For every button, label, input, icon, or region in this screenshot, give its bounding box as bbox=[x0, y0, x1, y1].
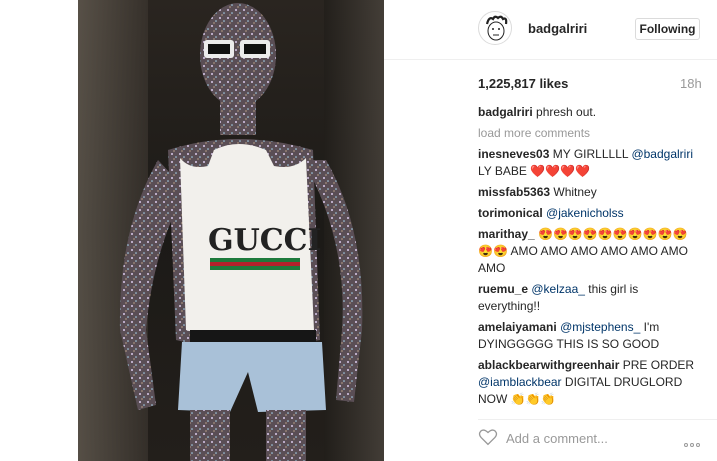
comment-username[interactable]: ablackbearwithgreenhair bbox=[478, 358, 619, 372]
comment-item: amelaiyamani @mjstephens_ I'm DYINGGGGG … bbox=[478, 319, 698, 353]
avatar[interactable] bbox=[478, 11, 512, 45]
comment-text: MY GIRLLLLL bbox=[549, 147, 632, 161]
comment-mention-link[interactable]: @jakenicholss bbox=[546, 206, 624, 220]
comment-items: inesneves03 MY GIRLLLLL @badgalriri LY B… bbox=[478, 146, 698, 409]
header-username[interactable]: badgalriri bbox=[528, 21, 587, 36]
svg-text:GUCCI: GUCCI bbox=[208, 223, 322, 258]
comment-text: Whitney bbox=[550, 185, 597, 199]
comment-username[interactable]: ruemu_e bbox=[478, 282, 528, 296]
comment-mention-link[interactable]: @mjstephens_ bbox=[560, 320, 640, 334]
following-button[interactable]: Following bbox=[635, 18, 700, 40]
load-more-comments-link[interactable]: load more comments bbox=[478, 125, 698, 142]
dot-icon bbox=[690, 443, 694, 447]
caption-username[interactable]: badgalriri bbox=[478, 105, 533, 119]
comment-mention-link[interactable]: @badgalriri bbox=[631, 147, 693, 161]
comment-item: ruemu_e @kelzaa_ this girl is everything… bbox=[478, 281, 698, 315]
comment-text: LY BABE ❤️❤️❤️❤️ bbox=[478, 164, 591, 178]
likes-count[interactable]: 1,225,817 likes bbox=[478, 76, 568, 91]
comment-mention-link[interactable]: @kelzaa_ bbox=[531, 282, 585, 296]
post-detail-panel: badgalriri Following 1,225,817 likes 18h… bbox=[384, 0, 717, 461]
avatar-face-icon bbox=[485, 15, 508, 41]
comment-item: missfab5363 Whitney bbox=[478, 184, 698, 201]
post-header: badgalriri Following bbox=[384, 0, 717, 60]
comment-username[interactable]: missfab5363 bbox=[478, 185, 550, 199]
dot-icon bbox=[696, 443, 700, 447]
person-in-crystal-outfit: GUCCI bbox=[119, 3, 363, 461]
dot-icon bbox=[684, 443, 688, 447]
comment-item: torimonical @jakenicholss bbox=[478, 205, 698, 222]
caption-text: phresh out. bbox=[536, 105, 597, 119]
comment-username[interactable]: inesneves03 bbox=[478, 147, 549, 161]
comment-username[interactable]: amelaiyamani bbox=[478, 320, 557, 334]
heart-icon[interactable] bbox=[478, 428, 498, 446]
comment-username[interactable]: torimonical bbox=[478, 206, 543, 220]
comment-item: inesneves03 MY GIRLLLLL @badgalriri LY B… bbox=[478, 146, 698, 180]
comment-text: PRE ORDER bbox=[619, 358, 695, 372]
caption: badgalriri phresh out. bbox=[478, 104, 698, 121]
comment-mention-link[interactable]: @iamblackbear bbox=[478, 375, 562, 389]
post-photo[interactable]: GUCCI bbox=[78, 0, 384, 461]
comment-footer bbox=[478, 419, 717, 461]
comments-list: badgalriri phresh out. load more comment… bbox=[478, 104, 698, 409]
comment-item: marithay_ 😍😍😍😍😍😍😍😍😍😍😍😍 AMO AMO AMO AMO A… bbox=[478, 226, 698, 277]
add-comment-input[interactable] bbox=[506, 429, 656, 447]
post-timestamp[interactable]: 18h bbox=[680, 76, 702, 91]
comment-username[interactable]: marithay_ bbox=[478, 227, 535, 241]
comment-item: ablackbearwithgreenhair PRE ORDER @iambl… bbox=[478, 357, 698, 408]
more-options-icon[interactable] bbox=[684, 434, 704, 447]
